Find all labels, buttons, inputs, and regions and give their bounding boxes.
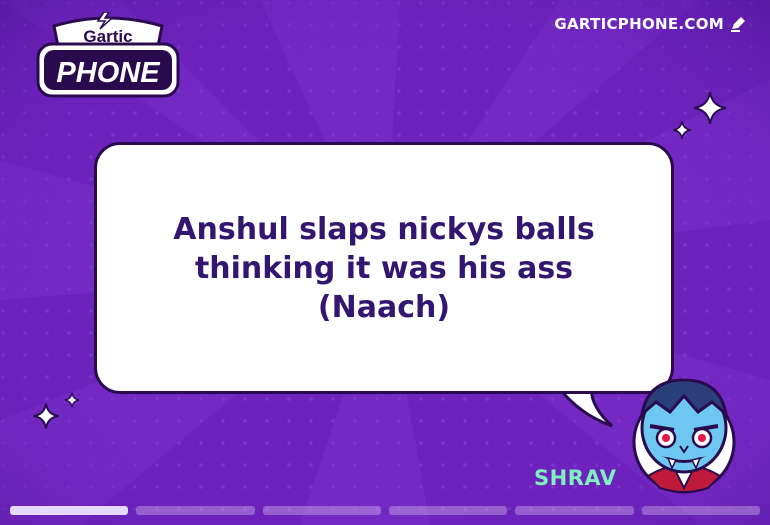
sparkle-icon xyxy=(672,120,692,140)
prompt-text: Anshul slaps nickys balls thinking it wa… xyxy=(144,210,624,327)
sparkle-icon xyxy=(693,91,727,125)
progress-segment xyxy=(10,506,129,515)
progress-segment xyxy=(641,506,760,515)
edit-icon xyxy=(730,16,748,32)
svg-text:PHONE: PHONE xyxy=(56,57,161,89)
progress-segment xyxy=(262,506,381,515)
progress-segment xyxy=(388,506,508,515)
svg-text:Gartic: Gartic xyxy=(83,27,132,46)
progress-segment xyxy=(136,506,255,515)
round-progress xyxy=(10,506,760,515)
prompt-line: thinking it was his ass xyxy=(194,250,574,286)
prompt-line: Anshul slaps nickys balls xyxy=(173,211,595,247)
prompt-line: (Naach) xyxy=(317,289,451,325)
player-name: SHRAV xyxy=(534,466,617,490)
site-label: GARTICPHONE.COM xyxy=(554,15,724,33)
sparkle-icon xyxy=(33,403,59,429)
gartic-phone-logo[interactable]: Gartic PHONE xyxy=(32,11,184,102)
site-link[interactable]: GARTICPHONE.COM xyxy=(554,15,748,33)
vampire-avatar xyxy=(628,376,740,496)
sparkle-icon xyxy=(64,392,80,408)
speech-bubble: Anshul slaps nickys balls thinking it wa… xyxy=(94,142,674,394)
progress-segment xyxy=(515,506,634,515)
